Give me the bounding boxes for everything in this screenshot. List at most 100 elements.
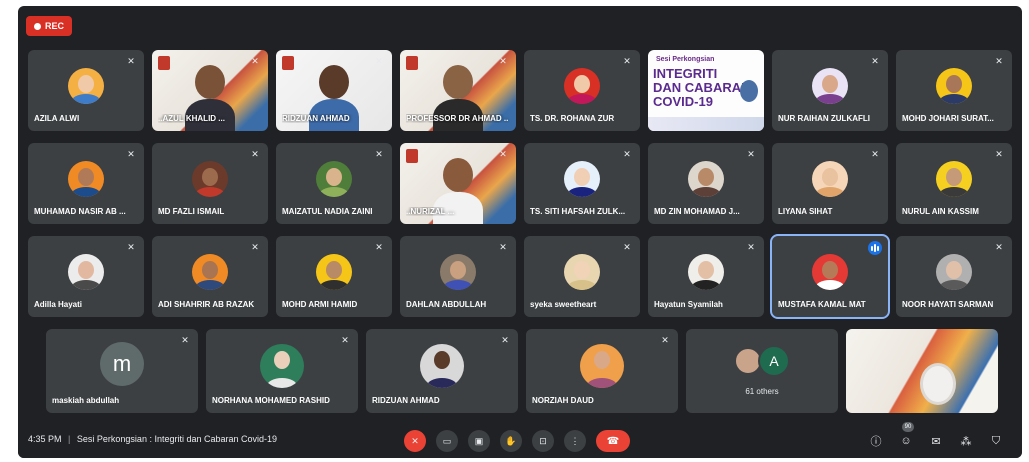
meeting-info: 4:35 PM | Sesi Perkongsian : Integriti d… bbox=[28, 434, 277, 444]
avatar bbox=[812, 160, 848, 197]
people-button[interactable]: ☺ bbox=[898, 433, 914, 449]
raise-hand-icon: ✋ bbox=[505, 435, 517, 446]
recording-badge: REC bbox=[26, 16, 72, 36]
participant-video-tile[interactable]: ✕ ..AZUL KHALID ... bbox=[152, 50, 268, 131]
participant-name: RIDZUAN AHMAD bbox=[372, 396, 440, 405]
participant-name: PROFESSOR DR AHMAD .. bbox=[406, 114, 509, 123]
camera-toggle-button[interactable]: ▭ bbox=[436, 430, 458, 452]
chat-icon: ✉ bbox=[931, 435, 941, 448]
mic-off-icon: ✕ bbox=[251, 149, 259, 159]
participant-tile[interactable]: ✕ NORHANA MOHAMED RASHID bbox=[206, 329, 358, 413]
participant-name: NUR RAIHAN ZULKAFLI bbox=[778, 114, 870, 123]
info-button[interactable]: ⓘ bbox=[868, 433, 884, 449]
people-icon: ☺ bbox=[900, 435, 912, 447]
participant-tile[interactable]: ✕ TS. DR. ROHANA ZUR bbox=[524, 50, 640, 131]
meeting-stage: REC ✕ AZILA ALWI ✕ ..AZUL KHALID ... ✕ R… bbox=[18, 6, 1022, 458]
present-button[interactable]: ⊡ bbox=[532, 430, 554, 452]
avatar bbox=[688, 253, 724, 290]
participant-video-tile[interactable]: ✕ PROFESSOR DR AHMAD .. bbox=[400, 50, 516, 131]
participant-video-tile[interactable]: ✕ ..NURIZAL ... bbox=[400, 143, 516, 224]
mic-off-icon: ✕ bbox=[411, 435, 419, 446]
end-call-button[interactable]: ☎ bbox=[596, 430, 630, 452]
mic-off-icon: ✕ bbox=[499, 242, 507, 252]
slide-title-line: COVID-19 bbox=[653, 94, 713, 109]
participant-tile[interactable]: ✕ ADI SHAHRIR AB RAZAK bbox=[152, 236, 268, 317]
others-count: 61 others bbox=[745, 387, 779, 396]
raise-hand-button[interactable]: ✋ bbox=[500, 430, 522, 452]
participant-name: Adilla Hayati bbox=[34, 300, 83, 309]
mic-off-icon: ✕ bbox=[375, 56, 383, 66]
more-options-button[interactable]: ⋮ bbox=[564, 430, 586, 452]
presentation-tile[interactable]: Sesi Perkongsian INTEGRITI DAN CABARAN C… bbox=[648, 50, 764, 131]
avatar bbox=[564, 160, 600, 197]
participant-tile[interactable]: ✕ LIYANA SIHAT bbox=[772, 143, 888, 224]
participant-tile[interactable]: ✕ AZILA ALWI bbox=[28, 50, 144, 131]
control-bar: 4:35 PM | Sesi Perkongsian : Integriti d… bbox=[18, 422, 1022, 458]
others-tile[interactable]: A 61 others bbox=[686, 329, 838, 413]
participant-video-tile[interactable]: ✕ RIDZUAN AHMAD bbox=[276, 50, 392, 131]
participant-tile[interactable]: ✕ NOOR HAYATI SARMAN bbox=[896, 236, 1012, 317]
avatar bbox=[812, 67, 848, 104]
avatar bbox=[260, 343, 304, 388]
university-logo bbox=[406, 149, 418, 163]
participant-tile[interactable]: ✕ MD ZIN MOHAMAD J... bbox=[648, 143, 764, 224]
participant-name: MAIZATUL NADIA ZAINI bbox=[282, 207, 373, 216]
university-logo bbox=[282, 56, 294, 70]
avatar bbox=[936, 253, 972, 290]
participant-tile[interactable]: ✕ Adilla Hayati bbox=[28, 236, 144, 317]
participant-name: ADI SHAHRIR AB RAZAK bbox=[158, 300, 255, 309]
host-controls-icon: ⛉ bbox=[991, 434, 1001, 447]
mic-off-icon: ✕ bbox=[251, 56, 259, 66]
active-speaker-tile[interactable]: MUSTAFA KAMAL MAT bbox=[770, 234, 890, 319]
university-logo bbox=[158, 56, 170, 70]
clock: 4:35 PM bbox=[28, 434, 62, 444]
separator: | bbox=[68, 434, 71, 444]
participant-name: AZILA ALWI bbox=[34, 114, 80, 123]
participant-tile[interactable]: ✕ NUR RAIHAN ZULKAFLI bbox=[772, 50, 888, 131]
avatar bbox=[564, 253, 600, 290]
self-view-tile[interactable] bbox=[846, 329, 998, 413]
avatar bbox=[316, 253, 352, 290]
mic-off-icon: ✕ bbox=[747, 242, 755, 252]
participant-name: NORHANA MOHAMED RASHID bbox=[212, 396, 330, 405]
avatar bbox=[440, 253, 476, 290]
participant-name: TS. SITI HAFSAH ZULK... bbox=[530, 207, 626, 216]
participant-name: NURUL AIN KASSIM bbox=[902, 207, 979, 216]
participant-tile[interactable]: ✕ MOHD ARMI HAMID bbox=[276, 236, 392, 317]
participant-tile[interactable]: ✕ DAHLAN ABDULLAH bbox=[400, 236, 516, 317]
slide-title: INTEGRITI DAN CABARAN COVID-19 bbox=[653, 67, 751, 109]
participant-count-badge: 90 bbox=[902, 422, 914, 432]
participant-tile[interactable]: ✕ MOHD JOHARI SURAT... bbox=[896, 50, 1012, 131]
participant-name: ..NURIZAL ... bbox=[406, 207, 455, 216]
participant-tile[interactable]: ✕ MAIZATUL NADIA ZAINI bbox=[276, 143, 392, 224]
participant-tile[interactable]: ✕ m maskiah abdullah bbox=[46, 329, 198, 413]
participant-tile[interactable]: ✕ RIDZUAN AHMAD bbox=[366, 329, 518, 413]
mic-toggle-button[interactable]: ✕ bbox=[404, 430, 426, 452]
participant-tile[interactable]: ✕ MUHAMAD NASIR AB ... bbox=[28, 143, 144, 224]
avatar bbox=[192, 160, 228, 197]
participant-name: LIYANA SIHAT bbox=[778, 207, 833, 216]
mic-off-icon: ✕ bbox=[251, 242, 259, 252]
speaker-photo bbox=[740, 80, 758, 102]
avatar-initial: m bbox=[100, 342, 144, 387]
participant-tile[interactable]: ✕ syeka sweetheart bbox=[524, 236, 640, 317]
mic-off-icon: ✕ bbox=[127, 149, 135, 159]
participant-tile[interactable]: ✕ NORZIAH DAUD bbox=[526, 329, 678, 413]
speaking-indicator-icon bbox=[868, 241, 882, 255]
mic-off-icon: ✕ bbox=[623, 56, 631, 66]
participant-name: RIDZUAN AHMAD bbox=[282, 114, 350, 123]
participant-tile[interactable]: ✕ NURUL AIN KASSIM bbox=[896, 143, 1012, 224]
avatar bbox=[68, 160, 104, 197]
participant-tile[interactable]: ✕ MD FAZLI ISMAIL bbox=[152, 143, 268, 224]
avatar bbox=[936, 160, 972, 197]
participant-tile[interactable]: ✕ Hayatun Syamilah bbox=[648, 236, 764, 317]
participant-tile[interactable]: ✕ TS. SITI HAFSAH ZULK... bbox=[524, 143, 640, 224]
mic-off-icon: ✕ bbox=[871, 56, 879, 66]
participant-name: maskiah abdullah bbox=[52, 396, 120, 405]
participant-name: MD ZIN MOHAMAD J... bbox=[654, 207, 740, 216]
host-controls-button[interactable]: ⛉ bbox=[988, 433, 1004, 449]
activities-button[interactable]: ⁂ bbox=[958, 433, 974, 449]
captions-button[interactable]: ▣ bbox=[468, 430, 490, 452]
chat-button[interactable]: ✉ bbox=[928, 433, 944, 449]
slide-footer-band bbox=[648, 117, 764, 131]
